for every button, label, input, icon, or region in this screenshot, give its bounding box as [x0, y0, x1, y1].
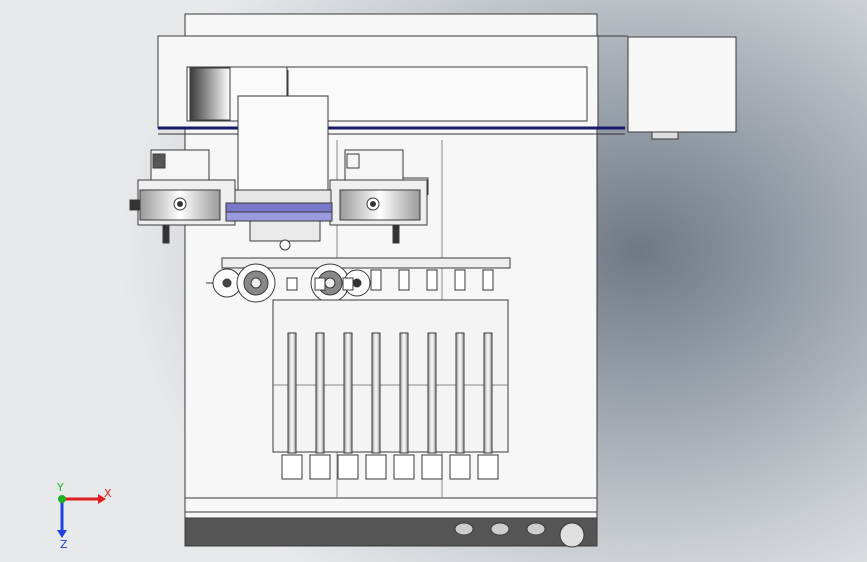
x-axis-label: X [104, 487, 112, 500]
z-axis-label: Z [60, 538, 68, 550]
orientation-triad: X Y Z [56, 481, 112, 550]
main-power-knob[interactable] [559, 522, 585, 548]
syringe-block [272, 299, 509, 453]
knob[interactable] [490, 522, 510, 536]
machine-assembly-drawing [129, 13, 737, 548]
gradient-panel [189, 67, 231, 121]
knob[interactable] [454, 522, 474, 536]
y-axis-label: Y [56, 481, 64, 494]
side-control-box [627, 36, 737, 133]
knob[interactable] [526, 522, 546, 536]
cad-viewport[interactable]: X Y Z [0, 0, 867, 562]
y-axis-dot [58, 495, 66, 503]
center-tower [237, 95, 329, 192]
